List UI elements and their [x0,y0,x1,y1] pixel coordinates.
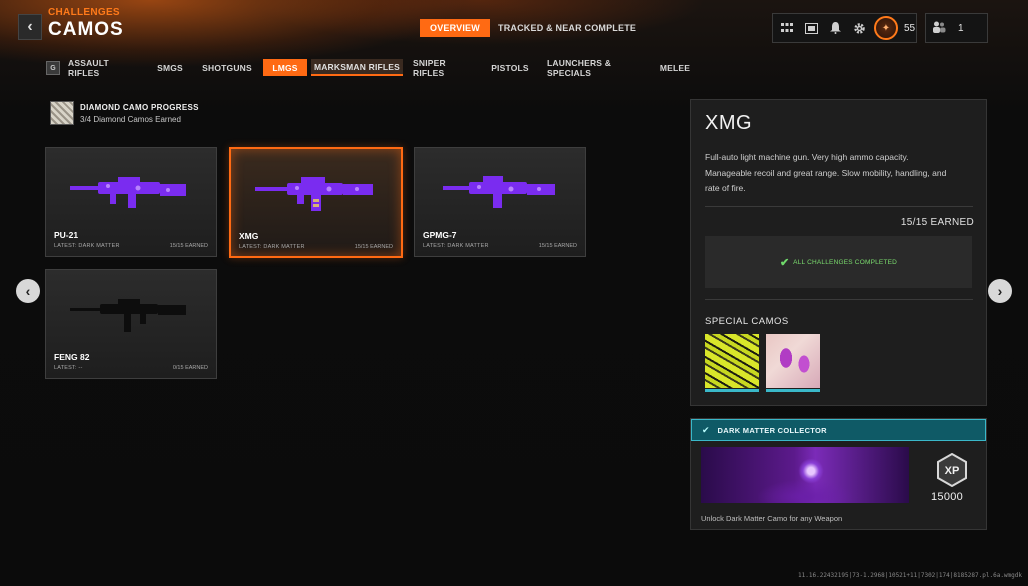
category-smgs[interactable]: SMGS [152,59,188,76]
next-page-button[interactable]: › [988,279,1012,303]
tab-tracked-near-complete[interactable]: TRACKED & NEAR COMPLETE [488,19,646,37]
build-version: 11.16.22432195|73-1.2968|10521+11|7302|1… [798,572,1022,579]
weapon-name: PU-21 [54,230,79,240]
special-camo-yellow-swatch[interactable] [705,334,759,392]
achievement-card[interactable]: ✔ DARK MATTER COLLECTOR XP 15000 Unlock … [690,418,987,530]
divider [705,299,973,300]
weapon-lmg-icon [255,177,373,211]
party-members-icon [932,21,946,36]
category-marksman-rifles[interactable]: MARKSMAN RIFLES [311,59,403,76]
weapon-card-xmg[interactable]: XMG LATEST: DARK MATTER 15/15 EARNED [229,147,403,258]
weapon-latest-camo: LATEST: -- [54,365,83,371]
weapon-rifle-icon [70,299,186,332]
challenges-status: ✔ ALL CHALLENGES COMPLETED [705,236,972,288]
back-button[interactable]: ‹ [18,14,42,40]
progress-title: DIAMOND CAMO PROGRESS [80,103,199,112]
camo-progress-bar [705,389,759,392]
store-icon[interactable] [799,16,823,40]
weapon-card-gpmg-7[interactable]: GPMG-7 LATEST: DARK MATTER 15/15 EARNED [414,147,586,257]
breadcrumb: CHALLENGES [48,7,120,18]
weapon-latest-camo: LATEST: DARK MATTER [423,243,489,249]
chevron-right-icon: › [997,283,1003,299]
detail-description: Full-auto light machine gun. Very high a… [705,152,947,193]
party-box[interactable]: 1 [925,13,988,43]
weapon-card-pu-21[interactable]: PU-21 LATEST: DARK MATTER 15/15 EARNED [45,147,217,257]
page-title: CAMOS [48,19,124,40]
category-sniper-rifles[interactable]: SNIPER RIFLES [413,58,473,78]
detail-earned: 15/15 EARNED [900,217,974,228]
category-shotguns[interactable]: SHOTGUNS [202,59,252,76]
camo-progress-bar [766,389,820,392]
diamond-camo-icon [50,101,74,125]
challenges-status-text: ALL CHALLENGES COMPLETED [793,258,898,266]
notification-bell-icon[interactable] [823,16,847,40]
checkmark-icon: ✔ [779,256,790,269]
chevron-left-icon: ‹ [27,18,33,35]
checkmark-icon: ✔ [702,424,710,435]
progress-subtitle: 3/4 Diamond Camos Earned [80,115,181,124]
achievement-description: Unlock Dark Matter Camo for any Weapon [701,514,843,523]
category-assault-rifles[interactable]: ASSAULT RIFLES [68,58,136,78]
category-lmgs[interactable]: LMGS [263,59,307,76]
category-melee[interactable]: MELEE [657,59,693,76]
weapon-rifle-icon [70,177,186,208]
xp-reward: 15000 [931,491,964,503]
previous-page-button[interactable]: ‹ [16,279,40,303]
category-pistols[interactable]: PISTOLS [489,59,531,76]
dark-matter-image [701,447,909,503]
weapon-name: FENG 82 [54,352,90,362]
detail-title: XMG [705,112,753,134]
special-camo-pink-swatch[interactable] [766,334,820,392]
weapon-earned-count: 15/15 EARNED [169,243,208,249]
tab-overview[interactable]: OVERVIEW [420,19,490,37]
achievement-header: ✔ DARK MATTER COLLECTOR [691,419,986,441]
weapon-lmg-icon [443,176,555,208]
xp-label: XP [945,465,960,477]
xp-icon: XP [937,453,967,487]
weapon-earned-count: 15/15 EARNED [354,244,393,250]
category-launchers-specials[interactable]: LAUNCHERS & SPECIALS [547,58,641,78]
weapon-card-feng-82[interactable]: FENG 82 LATEST: -- 0/15 EARNED [45,269,217,379]
prestige-level-icon[interactable]: ✦ [874,16,898,40]
player-level: 55 [904,22,916,34]
party-count: 1 [958,22,964,34]
divider [705,206,973,207]
key-hint-g: G [46,61,60,75]
weapon-name: XMG [239,231,259,241]
weapon-latest-camo: LATEST: DARK MATTER [239,244,305,250]
special-camos-label: SPECIAL CAMOS [705,316,789,327]
achievement-title: DARK MATTER COLLECTOR [717,425,827,435]
weapon-earned-count: 15/15 EARNED [538,243,577,249]
weapon-latest-camo: LATEST: DARK MATTER [54,243,120,249]
grid-menu-icon[interactable] [775,16,799,40]
weapon-detail-panel: XMG Full-auto light machine gun. Very hi… [690,99,987,406]
chevron-left-icon: ‹ [25,283,31,299]
settings-gear-icon[interactable] [847,16,871,40]
status-bar: ✦ 55 [772,13,917,43]
weapon-earned-count: 0/15 EARNED [172,365,208,371]
weapon-name: GPMG-7 [423,230,457,240]
